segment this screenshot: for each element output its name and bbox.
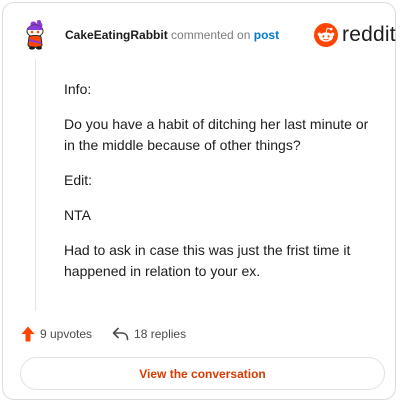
view-conversation-button[interactable]: View the conversation [20, 357, 385, 390]
comment-header: CakeEatingRabbit commented on post [65, 28, 279, 43]
reddit-brand[interactable]: reddit [314, 22, 396, 48]
comment-body: Info: Do you have a habit of ditching he… [64, 79, 382, 296]
comment-paragraph: Info: [64, 81, 92, 97]
snoo-avatar-icon [26, 20, 44, 50]
upvote-arrow-icon [21, 326, 35, 342]
upvote-button[interactable]: 9 upvotes [21, 326, 92, 342]
comment-paragraph: Edit: [64, 172, 93, 188]
replies-count: 18 replies [134, 327, 187, 341]
reddit-wordmark: reddit [342, 23, 396, 46]
post-link[interactable]: post [254, 28, 279, 42]
reddit-logo-icon [314, 23, 338, 47]
reply-arrow-icon [112, 327, 129, 341]
comment-paragraph: Had to ask in case this was just the fri… [64, 242, 351, 279]
comment-paragraph: NTA [64, 207, 91, 223]
username-link[interactable]: CakeEatingRabbit [65, 28, 168, 42]
comment-paragraph: Do you have a habit of ditching her last… [64, 116, 369, 153]
upvote-count: 9 upvotes [40, 327, 93, 341]
thread-line [35, 59, 36, 311]
replies-button[interactable]: 18 replies [112, 327, 186, 341]
comment-embed-card: CakeEatingRabbit commented on post reddi… [2, 2, 396, 400]
commented-on-text: commented on [171, 28, 251, 42]
comment-actions: 9 upvotes 18 replies [21, 324, 186, 344]
user-avatar[interactable] [20, 19, 52, 51]
